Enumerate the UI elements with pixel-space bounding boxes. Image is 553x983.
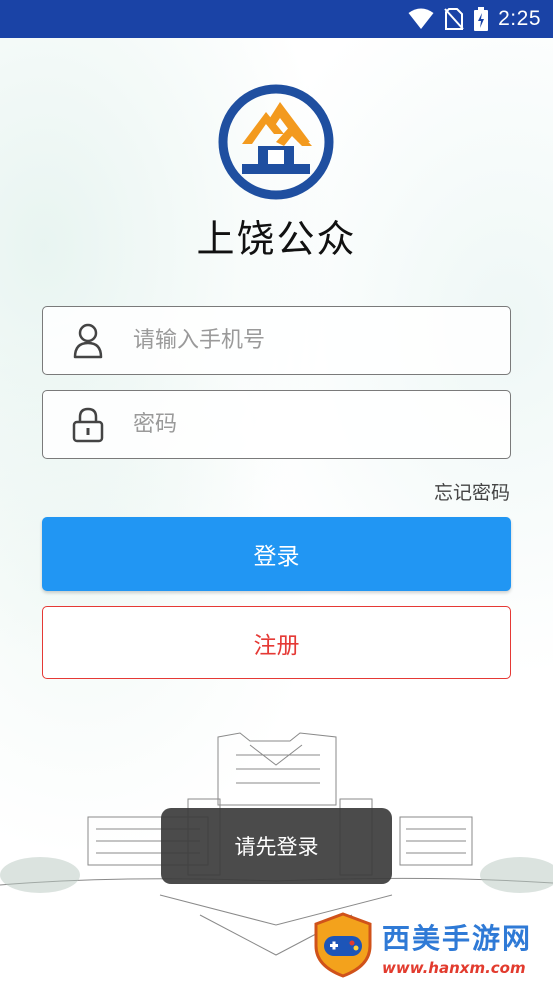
watermark-url: www.hanxm.com: [382, 959, 526, 977]
password-input[interactable]: [133, 412, 510, 437]
gamepad-shield-icon: [312, 912, 374, 982]
app-logo: [218, 84, 334, 200]
app-title: 上饶公众: [196, 217, 357, 261]
watermark: 西美手游网 www.hanxm.com: [312, 912, 550, 982]
forgot-password-link[interactable]: 忘记密码: [434, 478, 510, 505]
password-field[interactable]: [42, 390, 511, 459]
battery-charging-icon: [474, 7, 489, 31]
login-button[interactable]: 登录: [42, 517, 511, 591]
wifi-icon: [408, 8, 434, 30]
lock-icon: [43, 407, 133, 443]
register-button[interactable]: 注册: [42, 606, 511, 679]
toast-message: 请先登录: [161, 808, 392, 884]
phone-input[interactable]: [133, 328, 510, 353]
watermark-title: 西美手游网: [382, 922, 533, 955]
no-sim-icon: [444, 8, 464, 30]
phone-field[interactable]: [42, 306, 511, 375]
user-icon: [43, 323, 133, 359]
status-bar: 2:25: [0, 0, 553, 38]
clock-time: 2:25: [498, 7, 541, 30]
